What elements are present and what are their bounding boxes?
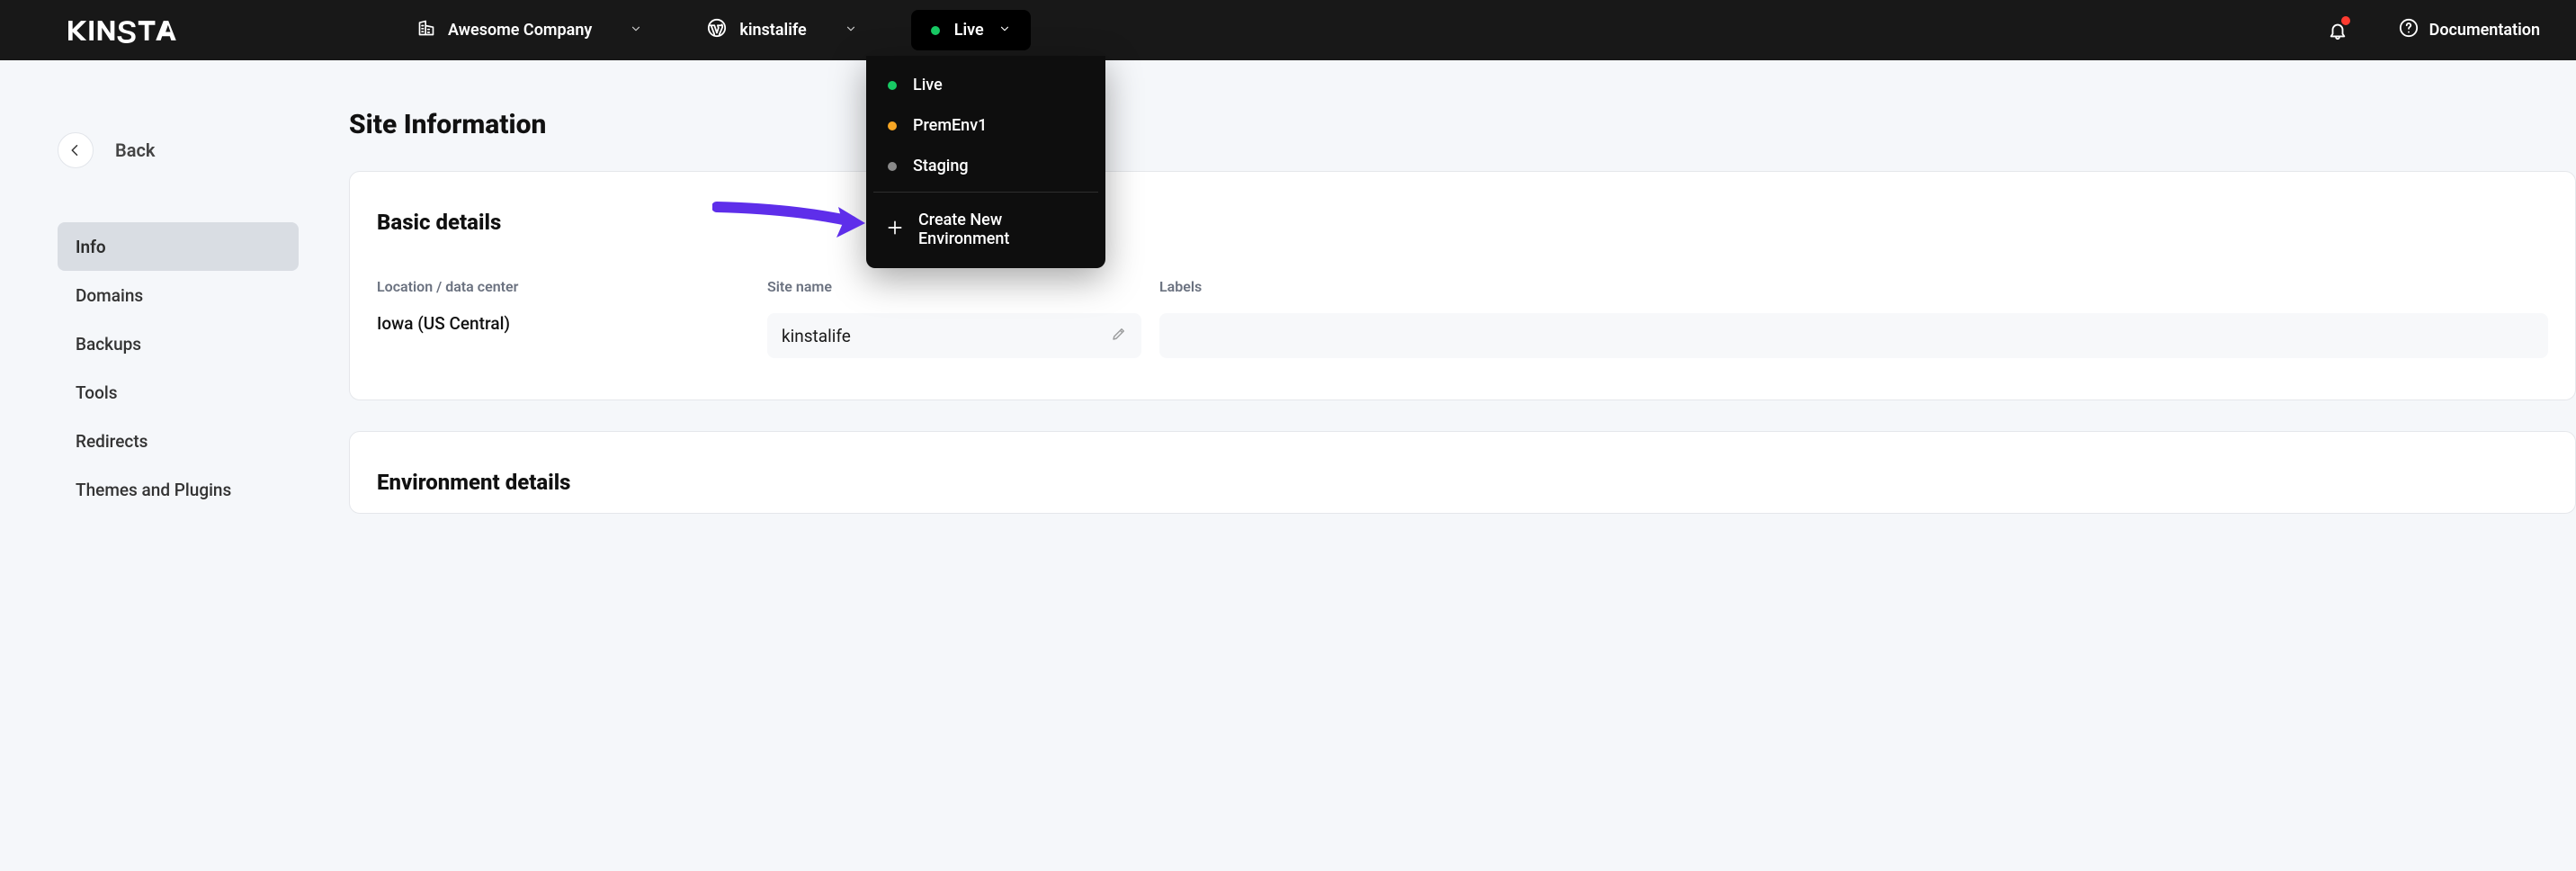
sidebar-item-label: Backups — [76, 334, 141, 355]
back-label: Back — [115, 139, 155, 161]
env-option-label: PremEnv1 — [913, 116, 987, 135]
create-environment-label: Create New Environment — [918, 211, 1086, 248]
status-dot-icon — [888, 81, 897, 90]
plus-icon — [886, 219, 904, 241]
page-title: Site Information — [349, 109, 2576, 140]
basic-details-heading: Basic details — [377, 210, 2548, 235]
help-icon — [2399, 18, 2419, 42]
environment-details-card: Environment details — [349, 431, 2576, 514]
sidebar-item-label: Tools — [76, 382, 117, 403]
edit-icon[interactable] — [1111, 326, 1127, 346]
site-name: kinstalife — [739, 21, 806, 40]
sitename-field[interactable]: kinstalife — [767, 313, 1141, 358]
env-option-label: Staging — [913, 157, 969, 175]
sidebar-item-label: Redirects — [76, 431, 148, 452]
env-option-live[interactable]: Live — [866, 65, 1105, 105]
sidebar-item-label: Domains — [76, 285, 143, 306]
sitename-label: Site name — [767, 278, 1159, 295]
basic-details-card: Basic details Location / data center Iow… — [349, 171, 2576, 400]
sidebar-item-domains[interactable]: Domains — [58, 271, 299, 319]
env-option-label: Live — [913, 76, 943, 94]
environment-details-heading: Environment details — [377, 470, 2548, 495]
sitename-value: kinstalife — [782, 326, 851, 346]
sidebar-item-themes-plugins[interactable]: Themes and Plugins — [58, 465, 299, 514]
location-value: Iowa (US Central) — [377, 313, 767, 334]
env-option-premenv1[interactable]: PremEnv1 — [866, 105, 1105, 146]
env-option-staging[interactable]: Staging — [866, 146, 1105, 186]
company-selector[interactable]: Awesome Company — [407, 13, 653, 47]
documentation-label: Documentation — [2429, 21, 2540, 40]
environment-dropdown: Live PremEnv1 Staging Create New Environ… — [866, 56, 1105, 268]
back-button[interactable] — [58, 132, 94, 168]
status-dot-icon — [888, 162, 897, 171]
create-environment-button[interactable]: Create New Environment — [866, 198, 1105, 261]
documentation-link[interactable]: Documentation — [2399, 18, 2540, 42]
chevron-down-icon — [998, 21, 1011, 40]
sidebar-item-backups[interactable]: Backups — [58, 319, 299, 368]
site-selector[interactable]: kinstalife — [696, 13, 867, 48]
sidebar-item-label: Info — [76, 237, 106, 257]
status-dot-icon — [931, 26, 940, 35]
labels-label: Labels — [1159, 278, 2548, 295]
notification-badge-icon — [2341, 16, 2350, 25]
sidebar-item-redirects[interactable]: Redirects — [58, 417, 299, 465]
labels-field[interactable] — [1159, 313, 2548, 358]
company-name: Awesome Company — [448, 21, 592, 40]
dropdown-separator — [873, 192, 1098, 193]
notifications-button[interactable] — [2320, 13, 2356, 49]
status-dot-icon — [888, 121, 897, 130]
environment-selector[interactable]: Live — [911, 10, 1031, 50]
environment-selected: Live — [954, 21, 984, 40]
sidebar-item-info[interactable]: Info — [58, 222, 299, 271]
building-icon — [417, 19, 435, 41]
location-label: Location / data center — [377, 278, 767, 295]
chevron-down-icon — [845, 21, 857, 40]
wordpress-icon — [707, 18, 727, 42]
chevron-down-icon — [630, 21, 642, 40]
sidebar-item-tools[interactable]: Tools — [58, 368, 299, 417]
brand-logo[interactable] — [68, 18, 194, 43]
sidebar-item-label: Themes and Plugins — [76, 480, 231, 500]
